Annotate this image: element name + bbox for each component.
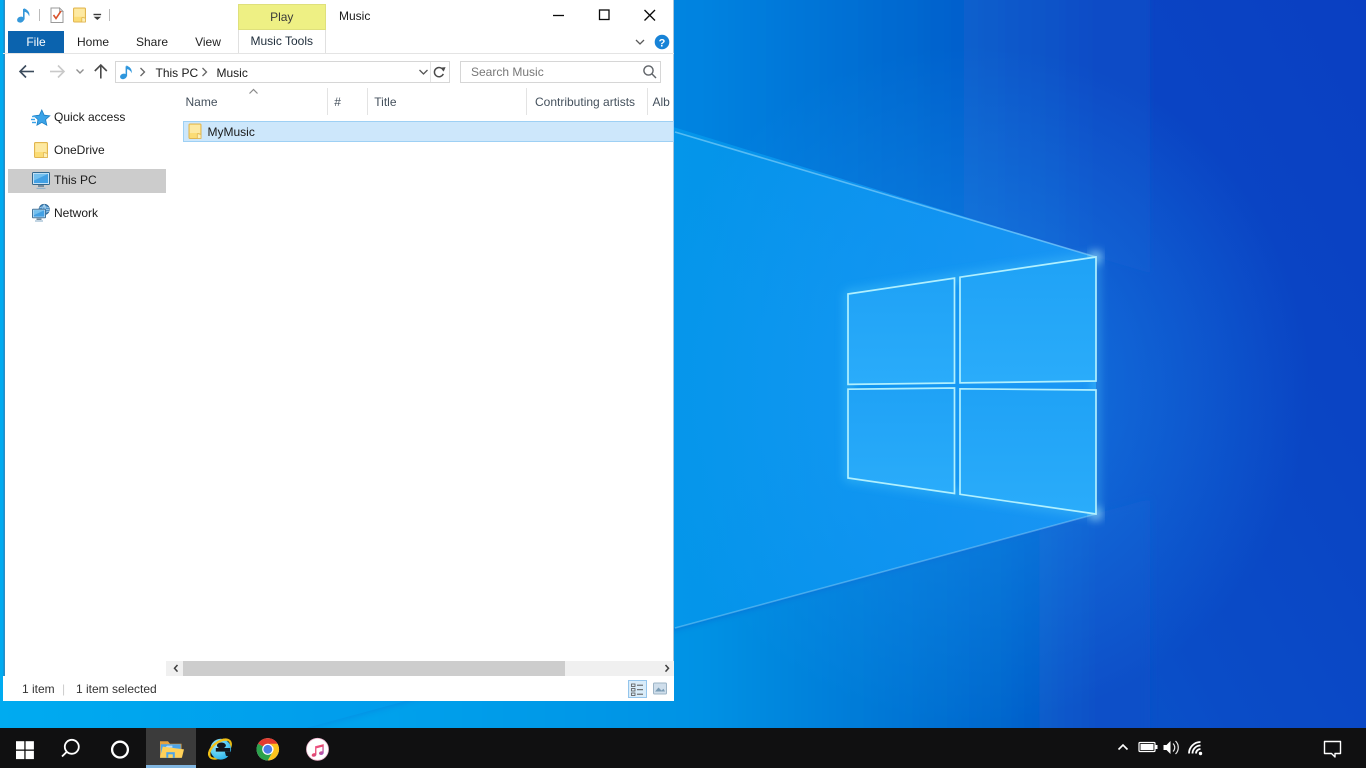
svg-text:?: ? bbox=[659, 37, 666, 49]
